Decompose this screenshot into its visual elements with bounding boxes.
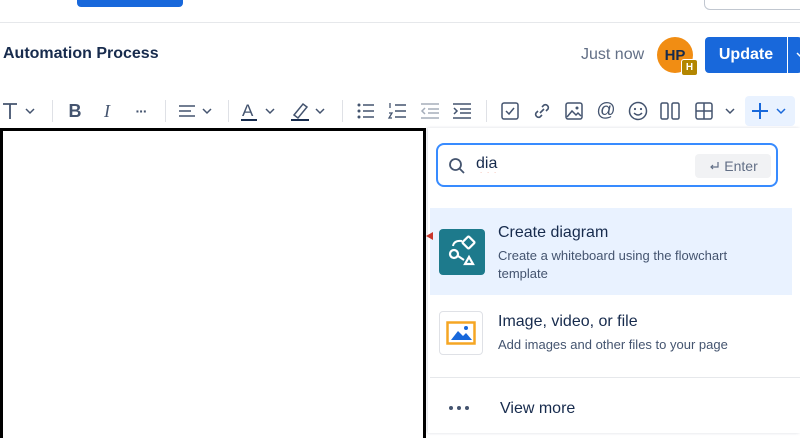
pointer-arrow-icon xyxy=(426,232,433,240)
toolbar-mention[interactable]: @ xyxy=(592,98,620,124)
checkbox-icon xyxy=(501,102,519,120)
enter-key-icon xyxy=(710,162,719,170)
toolbar-text-style[interactable] xyxy=(0,98,42,124)
save-status: Just now xyxy=(581,46,645,63)
toolbar-text-color[interactable]: A xyxy=(238,98,282,124)
update-options-button[interactable] xyxy=(788,37,800,73)
columns-icon xyxy=(660,102,680,120)
toolbar-divider xyxy=(342,100,343,122)
avatar-badge: H xyxy=(681,59,698,76)
plus-icon xyxy=(752,103,786,119)
toolbar-indent[interactable] xyxy=(448,98,476,124)
toolbar-divider xyxy=(486,100,487,122)
picture-glyph-icon xyxy=(446,321,476,345)
toolbar-table[interactable] xyxy=(692,98,740,124)
indent-icon xyxy=(453,103,471,119)
toolbar-task[interactable] xyxy=(496,98,524,124)
toolbar-more-formatting[interactable]: ··· xyxy=(126,98,156,124)
bold-icon: B xyxy=(68,100,82,121)
top-action-button[interactable] xyxy=(77,0,183,7)
image-icon xyxy=(565,102,583,120)
chevron-down-icon xyxy=(796,52,800,58)
table-icon xyxy=(695,102,735,120)
toolbar-link[interactable] xyxy=(528,98,556,124)
highlight-icon xyxy=(291,102,325,121)
toolbar-numbered-list[interactable] xyxy=(384,98,412,124)
toolbar-layouts[interactable] xyxy=(656,98,684,124)
image-video-file-title: Image, video, or file xyxy=(498,313,638,330)
bullet-list-icon xyxy=(357,103,374,119)
text-style-icon xyxy=(3,103,35,119)
link-icon xyxy=(534,103,550,119)
image-video-file-description: Add images and other files to your page xyxy=(498,337,728,352)
view-more-link[interactable]: View more xyxy=(500,400,575,418)
toolbar-divider xyxy=(52,100,53,122)
diagram-icon xyxy=(439,229,485,275)
toolbar-divider xyxy=(228,100,229,122)
outdent-icon xyxy=(420,103,439,119)
toolbar-outdent[interactable] xyxy=(416,98,444,124)
enter-hint: Enter xyxy=(695,154,771,178)
create-diagram-title: Create diagram xyxy=(498,224,609,241)
align-icon xyxy=(179,105,212,117)
create-diagram-description: Create a whiteboard using the flowchart … xyxy=(498,248,728,281)
toolbar-bold[interactable]: B xyxy=(62,98,88,124)
more-icon xyxy=(449,406,469,410)
panel-divider xyxy=(430,377,800,378)
toolbar-emoji[interactable] xyxy=(624,98,652,124)
toolbar-divider xyxy=(165,100,166,122)
update-button[interactable]: Update xyxy=(705,37,787,73)
toolbar-insert[interactable] xyxy=(745,96,795,126)
text-color-icon: A xyxy=(241,101,275,121)
enter-hint-label: Enter xyxy=(724,158,758,174)
flowchart-glyph-icon xyxy=(448,235,476,266)
toolbar-highlight[interactable] xyxy=(288,98,332,124)
toolbar-alignment[interactable] xyxy=(175,98,219,124)
page-title[interactable]: Automation Process xyxy=(3,45,159,63)
svg-text:A: A xyxy=(242,101,254,120)
toolbar-italic[interactable]: I xyxy=(94,98,120,124)
top-search-field[interactable] xyxy=(704,0,800,10)
search-icon xyxy=(449,158,465,174)
at-icon: @ xyxy=(596,100,616,121)
toolbar-bullet-list[interactable] xyxy=(352,98,380,124)
italic-icon: I xyxy=(104,100,110,121)
editor-canvas[interactable] xyxy=(0,128,426,438)
image-file-icon xyxy=(439,311,483,355)
more-icon: ··· xyxy=(135,103,148,119)
header-divider xyxy=(0,22,800,23)
toolbar-image[interactable] xyxy=(560,98,588,124)
insert-search-input[interactable] xyxy=(476,155,676,173)
emoji-icon xyxy=(628,101,648,121)
numbered-list-icon xyxy=(387,103,406,119)
